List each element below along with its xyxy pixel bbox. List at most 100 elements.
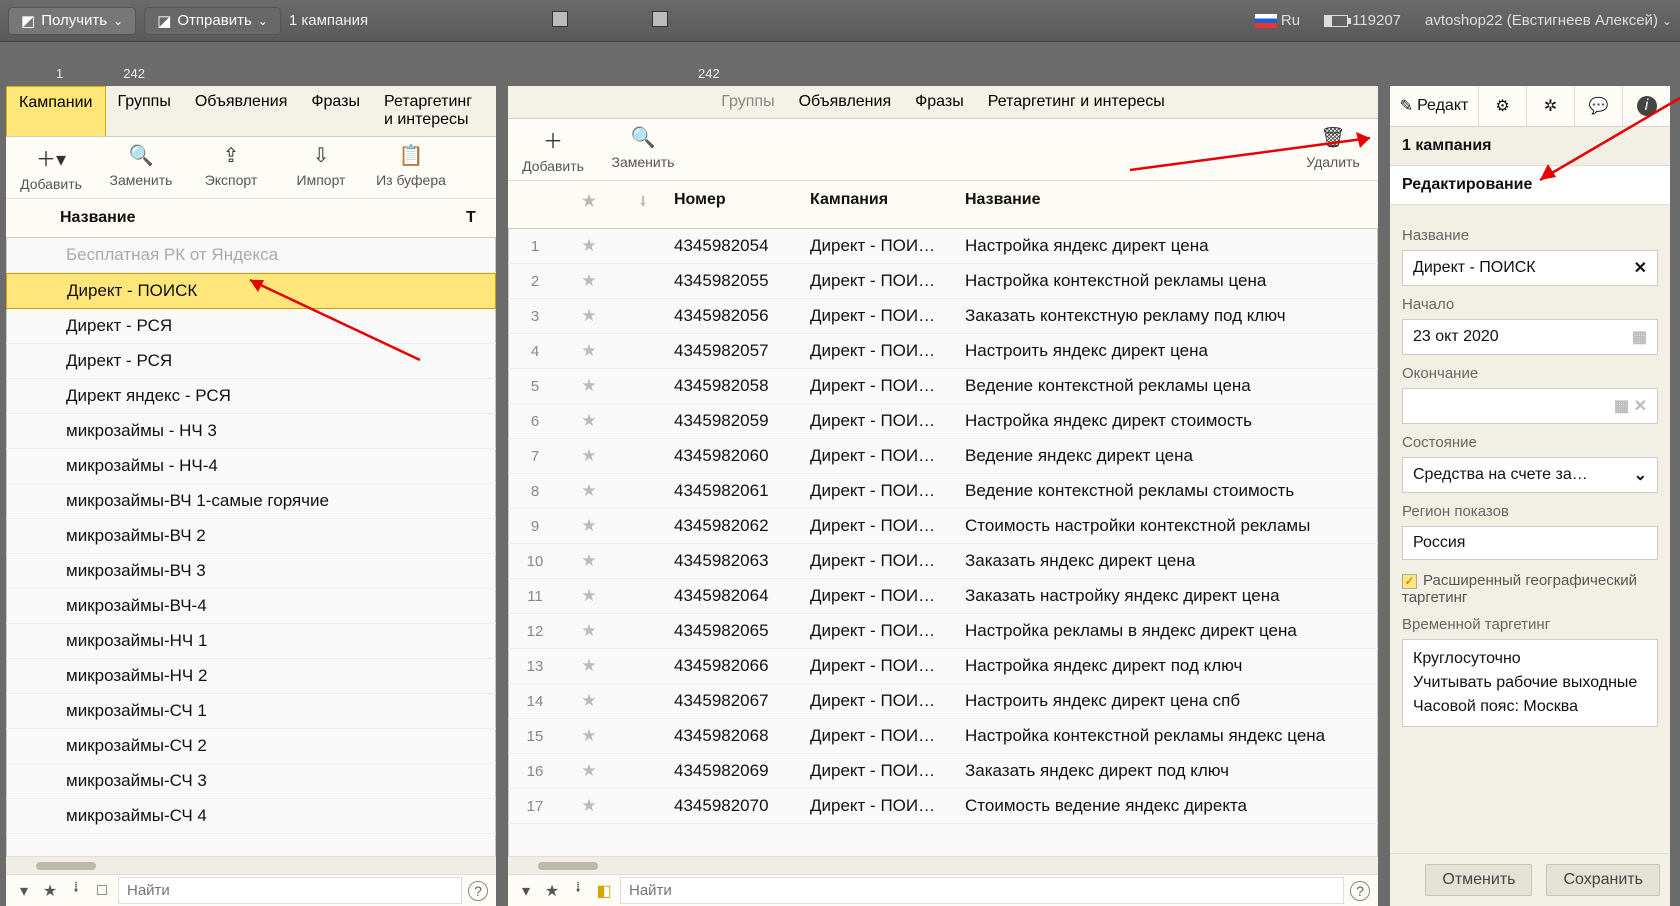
- mid-search[interactable]: [620, 877, 1344, 904]
- field-end[interactable]: ▦ ✕: [1402, 388, 1658, 424]
- group-row[interactable]: 13★4345982066Директ - ПОИ…Настройка янде…: [508, 649, 1378, 684]
- campaign-row[interactable]: микрозаймы-ВЧ 3: [6, 554, 496, 589]
- cancel-button[interactable]: Отменить: [1425, 864, 1532, 896]
- field-region[interactable]: Россия: [1402, 526, 1658, 560]
- save-button[interactable]: Сохранить: [1546, 864, 1660, 896]
- tool-replace[interactable]: 🔍Заменить: [96, 137, 186, 198]
- campaign-row[interactable]: микрозаймы - НЧ 3: [6, 414, 496, 449]
- campaign-row[interactable]: Директ яндекс - РСЯ: [6, 379, 496, 414]
- sort-icon[interactable]: ⭭: [66, 877, 86, 904]
- campaign-row[interactable]: Директ - РСЯ: [6, 309, 496, 344]
- lab-end: Окончание: [1402, 365, 1658, 382]
- campaign-row[interactable]: микрозаймы - НЧ-4: [6, 449, 496, 484]
- group-row[interactable]: 5★4345982058Директ - ПОИ…Ведение контекс…: [508, 369, 1378, 404]
- rtab-edit[interactable]: ✎Редакт: [1390, 86, 1478, 126]
- mtab-phrases[interactable]: Фразы: [903, 86, 976, 118]
- get-button[interactable]: ◩ Получить ⌄: [8, 7, 136, 35]
- rtab-info-icon[interactable]: i: [1622, 86, 1670, 126]
- col-groupname[interactable]: Название: [965, 191, 1378, 218]
- rtab-sliders-icon[interactable]: ⚙: [1478, 86, 1526, 126]
- tool-import[interactable]: ⇩Импорт: [276, 137, 366, 198]
- group-row[interactable]: 17★4345982070Директ - ПОИ…Стоимость веде…: [508, 789, 1378, 824]
- rtab-chat-icon[interactable]: 💬: [1574, 86, 1622, 126]
- star-icon[interactable]: ★: [40, 881, 60, 901]
- mtab-groups[interactable]: Группы: [709, 86, 786, 118]
- col-number[interactable]: Номер: [670, 191, 810, 218]
- left-hscroll[interactable]: [6, 856, 496, 874]
- tab-groups[interactable]: Группы: [106, 86, 183, 136]
- group-row[interactable]: 3★4345982056Директ - ПОИ…Заказать контек…: [508, 299, 1378, 334]
- help-icon[interactable]: ?: [468, 881, 488, 901]
- campaign-row[interactable]: Директ - РСЯ: [6, 344, 496, 379]
- mfilter-icon[interactable]: ▾: [516, 881, 536, 901]
- col-campaign[interactable]: Кампания: [810, 191, 965, 218]
- group-row[interactable]: 2★4345982055Директ - ПОИ…Настройка конте…: [508, 264, 1378, 299]
- campaign-row[interactable]: Директ - ПОИСК: [6, 273, 496, 309]
- col-star-icon[interactable]: ★: [562, 191, 616, 218]
- col-t[interactable]: Т: [466, 209, 496, 227]
- group-row[interactable]: 9★4345982062Директ - ПОИ…Стоимость настр…: [508, 509, 1378, 544]
- group-row[interactable]: 6★4345982059Директ - ПОИ…Настройка яндек…: [508, 404, 1378, 439]
- geo-checkbox-row[interactable]: ✓Расширенный географический таргетинг: [1402, 572, 1658, 606]
- mtool-delete[interactable]: 🗑Удалить: [1288, 119, 1378, 180]
- toolbar-icon-2[interactable]: [652, 11, 668, 27]
- mid-table-head: ★ ⭭ Номер Кампания Название: [508, 181, 1378, 229]
- campaign-row[interactable]: Бесплатная РК от Яндекса: [6, 238, 496, 273]
- field-time[interactable]: Круглосуточно Учитывать рабочие выходные…: [1402, 639, 1658, 727]
- tab-retarget[interactable]: Ретаргетинг и интересы: [372, 86, 496, 136]
- group-row[interactable]: 7★4345982060Директ - ПОИ…Ведение яндекс …: [508, 439, 1378, 474]
- checkbox-icon[interactable]: ✓: [1402, 574, 1417, 589]
- rtab-gear-icon[interactable]: ✲: [1526, 86, 1574, 126]
- campaign-row[interactable]: микрозаймы-СЧ 2: [6, 729, 496, 764]
- field-state[interactable]: Средства на счете за…⌄: [1402, 457, 1658, 493]
- panel-campaigns: 1 242 Кампании Группы Объявления Фразы Р…: [6, 66, 496, 906]
- merror-icon[interactable]: ◧: [594, 881, 614, 901]
- chevron-down-icon[interactable]: ⌄: [1634, 465, 1647, 485]
- tool-export[interactable]: ⇪Экспорт: [186, 137, 276, 198]
- group-row[interactable]: 12★4345982065Директ - ПОИ…Настройка рекл…: [508, 614, 1378, 649]
- campaign-row[interactable]: микрозаймы-ВЧ 2: [6, 519, 496, 554]
- mtool-replace[interactable]: 🔍Заменить: [598, 119, 688, 180]
- group-row[interactable]: 1★4345982054Директ - ПОИ…Настройка яндек…: [508, 229, 1378, 264]
- tab-campaigns[interactable]: Кампании: [6, 86, 106, 136]
- campaign-row[interactable]: микрозаймы-СЧ 3: [6, 764, 496, 799]
- clear-name-icon[interactable]: ✕: [1634, 258, 1647, 278]
- group-row[interactable]: 15★4345982068Директ - ПОИ…Настройка конт…: [508, 719, 1378, 754]
- group-row[interactable]: 16★4345982069Директ - ПОИ…Заказать яндек…: [508, 754, 1378, 789]
- group-row[interactable]: 4★4345982057Директ - ПОИ…Настроить яндек…: [508, 334, 1378, 369]
- send-button[interactable]: ◪ Отправить ⌄: [144, 7, 281, 35]
- field-start[interactable]: 23 окт 2020▦: [1402, 319, 1658, 355]
- group-row[interactable]: 10★4345982063Директ - ПОИ…Заказать яндек…: [508, 544, 1378, 579]
- field-name[interactable]: Директ - ПОИСК✕: [1402, 250, 1658, 286]
- campaign-row[interactable]: микрозаймы-НЧ 2: [6, 659, 496, 694]
- campaign-row[interactable]: микрозаймы-ВЧ 1-самые горячие: [6, 484, 496, 519]
- filter-icon[interactable]: ▾: [14, 881, 34, 901]
- mstar-icon[interactable]: ★: [542, 881, 562, 901]
- msort-icon[interactable]: ⭭: [568, 877, 588, 904]
- calendar-end-icon[interactable]: ▦ ✕: [1614, 396, 1647, 416]
- user-label[interactable]: avtoshop22 (Евстигнеев Алексей): [1425, 12, 1658, 29]
- tab-phrases[interactable]: Фразы: [299, 86, 372, 136]
- calendar-icon[interactable]: ▦: [1632, 327, 1647, 347]
- mtab-retarget[interactable]: Ретаргетинг и интересы: [976, 86, 1177, 118]
- tab-ads[interactable]: Объявления: [183, 86, 300, 136]
- campaign-row[interactable]: микрозаймы-СЧ 4: [6, 799, 496, 834]
- tool-buffer[interactable]: 📋Из буфера: [366, 137, 456, 198]
- col-name[interactable]: Название: [60, 209, 466, 227]
- mtool-add[interactable]: ＋Добавить: [508, 119, 598, 180]
- campaign-row[interactable]: микрозаймы-СЧ 1: [6, 694, 496, 729]
- tool-add[interactable]: ＋▾Добавить: [6, 137, 96, 198]
- col-sort-icon[interactable]: ⭭: [616, 191, 670, 218]
- campaign-row[interactable]: микрозаймы-НЧ 1: [6, 624, 496, 659]
- group-row[interactable]: 11★4345982064Директ - ПОИ…Заказать настр…: [508, 579, 1378, 614]
- lang-label[interactable]: Ru: [1281, 12, 1300, 29]
- left-search[interactable]: [118, 877, 462, 904]
- group-row[interactable]: 14★4345982067Директ - ПОИ…Настроить янде…: [508, 684, 1378, 719]
- mid-hscroll[interactable]: [508, 856, 1378, 874]
- error-icon[interactable]: □: [92, 882, 112, 900]
- mtab-ads[interactable]: Объявления: [787, 86, 904, 118]
- mhelp-icon[interactable]: ?: [1350, 881, 1370, 901]
- toolbar-icon-1[interactable]: [552, 11, 568, 27]
- campaign-row[interactable]: микрозаймы-ВЧ-4: [6, 589, 496, 624]
- group-row[interactable]: 8★4345982061Директ - ПОИ…Ведение контекс…: [508, 474, 1378, 509]
